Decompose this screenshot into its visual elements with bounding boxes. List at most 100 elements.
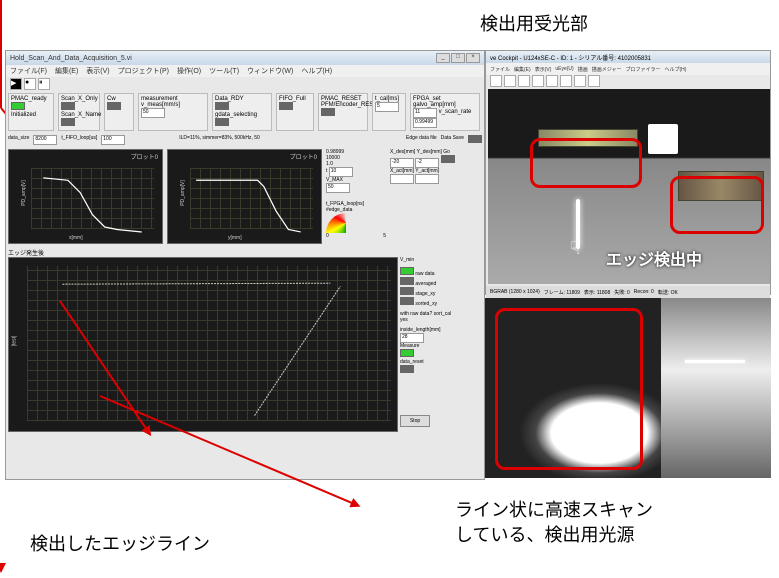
ydes-input[interactable]: -2	[415, 158, 439, 168]
avg-led[interactable]	[400, 277, 414, 285]
menu-view[interactable]: 表示(V)	[86, 66, 109, 76]
plot-pd-x[interactable]: プロット0 PD_amp[V] x[mm]	[8, 149, 163, 244]
pfm-led[interactable]	[321, 108, 335, 116]
fpga-group: FPGA_set galvo_amp[mm] 11 v_scan_rate 0.…	[410, 93, 480, 131]
plot1-ylabel: PD_amp[V]	[21, 180, 27, 206]
cam-menu-file[interactable]: ファイル	[490, 66, 510, 73]
inside-input[interactable]: 28	[400, 333, 424, 343]
cam-tool-8[interactable]	[588, 75, 600, 87]
initialized-label: Initialized	[11, 112, 51, 118]
cw-led[interactable]	[107, 102, 121, 110]
vmax-input[interactable]: 50	[326, 183, 350, 193]
window-title: Hold_Scan_And_Data_Acquisition_5.vi	[10, 55, 132, 62]
cam-tool-3[interactable]	[518, 75, 530, 87]
pause-icon[interactable]: ⏸	[38, 78, 50, 90]
cam-menu-ueye[interactable]: uEye(U)	[555, 66, 573, 72]
status-trans: 転送: OK	[658, 289, 678, 296]
status-disp: 表示: 11808	[584, 289, 610, 296]
status-recon: Recon: 0	[634, 289, 654, 295]
tcal-input[interactable]: 5	[375, 102, 399, 112]
cam-tool-1[interactable]	[490, 75, 502, 87]
vmeas-input[interactable]: 50	[141, 108, 165, 118]
xdes-input[interactable]: -20	[390, 158, 414, 168]
datasize-input[interactable]: 8200	[33, 135, 57, 145]
cam-tool-2[interactable]	[504, 75, 516, 87]
fifo-group: FIFO_Full	[276, 93, 314, 131]
datasave-led[interactable]	[468, 135, 482, 143]
gauge	[326, 213, 366, 233]
cam-menu-help[interactable]: ヘルプ(H)	[665, 66, 687, 73]
cam-menu-draw[interactable]: 描画	[578, 66, 588, 73]
cam-titlebar[interactable]: ve Cockpit - U124xSE-C - ID: 1 - シリアル番号:…	[486, 51, 770, 63]
object-silhouette	[661, 298, 771, 478]
vmin-label: V_min	[400, 257, 462, 263]
max-button[interactable]: □	[451, 53, 465, 63]
stagexy-led[interactable]	[400, 287, 414, 295]
datasize-label: data_size	[8, 135, 29, 145]
yes-label[interactable]: yes	[400, 317, 408, 323]
xdes-label: X_des[mm]	[390, 149, 415, 155]
cam-tool-4[interactable]	[532, 75, 544, 87]
pmac-group: PMAC_ready Initialized	[8, 93, 54, 131]
menu-help[interactable]: ヘルプ(H)	[301, 66, 332, 76]
menu-operate[interactable]: 操作(O)	[177, 66, 201, 76]
pmac-led	[11, 102, 25, 110]
cam-menu-measure[interactable]: 描画メジャー	[592, 66, 622, 73]
stop-button[interactable]: Stop	[400, 415, 430, 427]
annotation-lightsource: ライン状に高速スキャン している、検出用光源	[455, 498, 653, 548]
cam-tool-5[interactable]	[546, 75, 558, 87]
bright-spot	[648, 124, 678, 154]
stop-icon[interactable]: ●	[24, 78, 36, 90]
status-frame: フレーム: 11809	[544, 289, 580, 296]
highlight-box-detector-1	[530, 138, 642, 188]
datardy-led	[215, 102, 229, 110]
sortedxy-led[interactable]	[400, 297, 414, 305]
scanxname-led[interactable]	[61, 118, 75, 126]
cam-menu-edit[interactable]: 編集(E)	[514, 66, 531, 73]
menu-file[interactable]: ファイル(F)	[10, 66, 47, 76]
close-button[interactable]: ×	[466, 53, 480, 63]
scanrate-input[interactable]: 0.99499	[413, 118, 437, 128]
menu-window[interactable]: ウィンドウ(W)	[247, 66, 293, 76]
menu-tool[interactable]: ツール(T)	[209, 66, 239, 76]
controls-row-1: PMAC_ready Initialized Scan_X_Only Scan_…	[6, 91, 484, 133]
edgefile-label: Edge data file	[406, 135, 437, 145]
fifo-led	[279, 102, 293, 110]
cam-tool-7[interactable]	[574, 75, 586, 87]
scanrate-label: v_scan_rate	[439, 109, 472, 115]
go-button[interactable]	[441, 155, 455, 163]
fifoloop-input[interactable]: 100	[101, 135, 125, 145]
menu-project[interactable]: プロジェクト(P)	[118, 66, 169, 76]
arrow-detector-1	[0, 0, 2, 108]
measure-led[interactable]	[400, 349, 414, 357]
gdata-led[interactable]	[215, 118, 229, 126]
overlay-edge-detecting: エッジ検出中	[606, 246, 702, 270]
ydes-label: Y_des[mm]	[417, 149, 442, 155]
ild-info: ILD=11%, simmer=83%, 500kHz, 50	[179, 135, 260, 145]
sortedxy-label: sorted_xy	[415, 301, 437, 307]
cam-menubar: ファイル 編集(E) 表示(V) uEye(U) 描画 描画メジャー プロファイ…	[486, 63, 770, 75]
edge-line-diagonal	[254, 286, 340, 415]
galvo-input[interactable]: 11	[413, 108, 437, 118]
scanx-led[interactable]	[61, 102, 75, 110]
plot1-title: プロット0	[131, 152, 158, 161]
cam-menu-view[interactable]: 表示(V)	[535, 66, 552, 73]
cam-tool-6[interactable]	[560, 75, 572, 87]
min-button[interactable]: _	[436, 53, 450, 63]
plot-edge[interactable]: [test]	[8, 257, 398, 432]
plot-pd-y[interactable]: プロット0 PD_amp[V] y[mm]	[167, 149, 322, 244]
rawdata-led[interactable]	[400, 267, 414, 275]
cam-menu-profiler[interactable]: プロファイラー	[625, 66, 660, 73]
run-icon[interactable]: ▶	[10, 78, 22, 90]
menu-edit[interactable]: 編集(E)	[55, 66, 78, 76]
hand-cursor-icon: ☟	[570, 238, 581, 259]
data-rdy-group: Data_RDY gdata_selecting	[212, 93, 272, 131]
titlebar[interactable]: Hold_Scan_And_Data_Acquisition_5.vi _ □ …	[6, 51, 484, 65]
menubar: ファイル(F) 編集(E) 表示(V) プロジェクト(P) 操作(O) ツール(…	[6, 65, 484, 77]
plot-side-panel: V_min raw data averaged stage_xy sorted_…	[400, 257, 462, 432]
t-input[interactable]: 10	[329, 167, 353, 177]
datareset-led[interactable]	[400, 365, 414, 373]
cam-status-bar: BGRAB (1280 x 1024) フレーム: 11809 表示: 1180…	[486, 286, 770, 298]
t-vmax-panel: 0.98999 10000 1.0 t 10 V_MAX 50 t_FPGA_l…	[326, 149, 386, 244]
plot2-ylabel: PD_amp[V]	[180, 180, 186, 206]
